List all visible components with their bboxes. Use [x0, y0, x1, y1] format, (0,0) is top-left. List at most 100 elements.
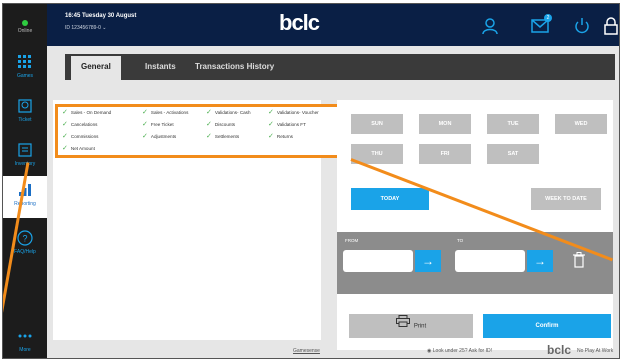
- sidebar-item-label: Reporting: [14, 201, 36, 207]
- check-icon: ✓: [62, 109, 68, 116]
- filter-sales-on-demand[interactable]: ✓ Sales - On Demand: [62, 108, 111, 116]
- filter-label: Sales - Activations: [150, 110, 189, 115]
- print-label: Print: [413, 323, 427, 330]
- filter-net-amount[interactable]: ✓ Net Amount: [62, 144, 95, 152]
- day-wed[interactable]: WED: [555, 114, 607, 134]
- day-sat[interactable]: SAT: [487, 144, 539, 164]
- from-arrow-button[interactable]: →: [415, 250, 441, 272]
- report-type-filters: ✓ Sales - On Demand ✓ Sales - Activations …: [55, 104, 351, 158]
- filter-free-ticket[interactable]: ✓ Free Ticket: [142, 120, 174, 128]
- filter-adjustments[interactable]: ✓ Adjustments: [142, 132, 176, 140]
- check-icon: ✓: [268, 121, 274, 128]
- filter-settlements[interactable]: ✓ Settlements: [206, 132, 239, 140]
- check-icon: ✓: [206, 121, 212, 128]
- sidebar-item-label: Games: [16, 73, 34, 79]
- status-dot-icon: [22, 20, 28, 26]
- print-button[interactable]: Print: [349, 314, 473, 338]
- check-icon: ✓: [62, 145, 68, 152]
- user-icon[interactable]: [481, 17, 499, 35]
- sidebar-item-ticket[interactable]: Ticket: [3, 92, 47, 134]
- status-label: Online: [17, 28, 33, 34]
- more-icon: [17, 328, 33, 344]
- check-icon: ✓: [206, 109, 212, 116]
- sidebar-item-games[interactable]: Games: [3, 48, 47, 90]
- check-icon: ✓: [62, 121, 68, 128]
- check-icon: ✓: [268, 133, 274, 140]
- grid-icon: [17, 54, 33, 70]
- to-arrow-button[interactable]: →: [527, 250, 553, 272]
- sidebar-item-label: More: [19, 347, 31, 353]
- power-icon[interactable]: [573, 17, 591, 35]
- terminal-id-text: ID 123456789-0: [65, 25, 101, 31]
- filter-label: Validations- Voucher: [276, 110, 319, 115]
- filter-commissions[interactable]: ✓ Commissions: [62, 132, 98, 140]
- filter-label: Sales - On Demand: [70, 110, 112, 115]
- date-range-bar: FROM TO → →: [337, 232, 613, 294]
- filter-validations-ft[interactable]: ✓ Validations FT: [268, 120, 306, 128]
- sidebar-item-label: Ticket: [18, 117, 32, 123]
- svg-text:?: ?: [22, 234, 27, 244]
- filter-label: Cancelations: [70, 122, 98, 127]
- online-status[interactable]: Online: [3, 6, 47, 46]
- from-label: FROM: [345, 238, 359, 243]
- filter-label: Discounts: [214, 122, 236, 127]
- tab-transactions-history[interactable]: Transactions History: [195, 54, 274, 80]
- lock-icon[interactable]: [603, 17, 619, 35]
- check-icon: ✓: [142, 133, 148, 140]
- no-play-at-work: No Play At Work: [577, 348, 614, 354]
- filter-sales-activations[interactable]: ✓ Sales - Activations: [142, 108, 188, 116]
- inventory-icon: [17, 142, 33, 158]
- top-header: 16:45 Tuesday 30 August ID 123456789-0 ⌄…: [47, 4, 619, 46]
- chevron-down-icon: ⌄: [102, 25, 107, 31]
- day-tue[interactable]: TUE: [487, 114, 539, 134]
- id-notice-text: Look under 25? Ask for ID!: [432, 348, 492, 354]
- date-selection-panel: SUN MON TUE WED THU FRI SAT TODAY WEEK T…: [337, 100, 613, 350]
- mail-icon[interactable]: 2: [531, 14, 552, 35]
- today-button[interactable]: TODAY: [351, 188, 429, 210]
- bclc-logo: bclc: [279, 10, 320, 35]
- filter-cancelations[interactable]: ✓ Cancelations: [62, 120, 97, 128]
- scan-icon: [17, 98, 33, 114]
- filter-label: Commissions: [70, 134, 99, 139]
- main-content: General Instants Transactions History ✓ S…: [47, 46, 619, 358]
- check-icon: ✓: [142, 109, 148, 116]
- filter-label: Returns: [276, 134, 293, 139]
- filter-label: Net Amount: [70, 146, 95, 151]
- filter-label: Validations FT: [276, 122, 306, 127]
- to-date-input[interactable]: [455, 250, 525, 272]
- arrow-right-icon: →: [422, 254, 434, 268]
- terminal-id[interactable]: ID 123456789-0 ⌄: [65, 25, 106, 31]
- tab-instants[interactable]: Instants: [145, 54, 176, 80]
- check-icon: ✓: [142, 121, 148, 128]
- help-icon: ?: [17, 230, 33, 246]
- footer-bclc-logo: bclc: [547, 343, 572, 357]
- filter-label: Validations- Cash: [214, 110, 251, 115]
- trash-icon[interactable]: [573, 252, 585, 268]
- filter-discounts[interactable]: ✓ Discounts: [206, 120, 235, 128]
- from-date-input[interactable]: [343, 250, 413, 272]
- filter-label: Free Ticket: [150, 122, 174, 127]
- report-tabs: General Instants Transactions History: [65, 54, 615, 80]
- filter-validations-voucher[interactable]: ✓ Validations- Voucher: [268, 108, 319, 116]
- week-to-date-button[interactable]: WEEK TO DATE: [531, 188, 601, 210]
- id-notice: ◉ Look under 25? Ask for ID!: [427, 348, 492, 354]
- footer: Gamesense ◉ Look under 25? Ask for ID! b…: [47, 340, 619, 358]
- filter-label: Settlements: [214, 134, 240, 139]
- day-sun[interactable]: SUN: [351, 114, 403, 134]
- filter-label: Adjustments: [150, 134, 177, 139]
- id-icon: ◉: [427, 348, 432, 354]
- day-mon[interactable]: MON: [419, 114, 471, 134]
- printer-icon: [395, 314, 410, 338]
- datetime: 16:45 Tuesday 30 August: [65, 13, 137, 19]
- tab-general[interactable]: General: [71, 54, 121, 80]
- gamesense-logo: Gamesense: [293, 348, 320, 354]
- mail-badge: 2: [544, 14, 552, 22]
- check-icon: ✓: [268, 109, 274, 116]
- filter-validations-cash[interactable]: ✓ Validations- Cash: [206, 108, 251, 116]
- day-fri[interactable]: FRI: [419, 144, 471, 164]
- sidebar-item-more[interactable]: More: [3, 322, 47, 358]
- confirm-button[interactable]: Confirm: [483, 314, 611, 338]
- to-label: TO: [457, 238, 464, 243]
- filter-returns[interactable]: ✓ Returns: [268, 132, 293, 140]
- check-icon: ✓: [206, 133, 212, 140]
